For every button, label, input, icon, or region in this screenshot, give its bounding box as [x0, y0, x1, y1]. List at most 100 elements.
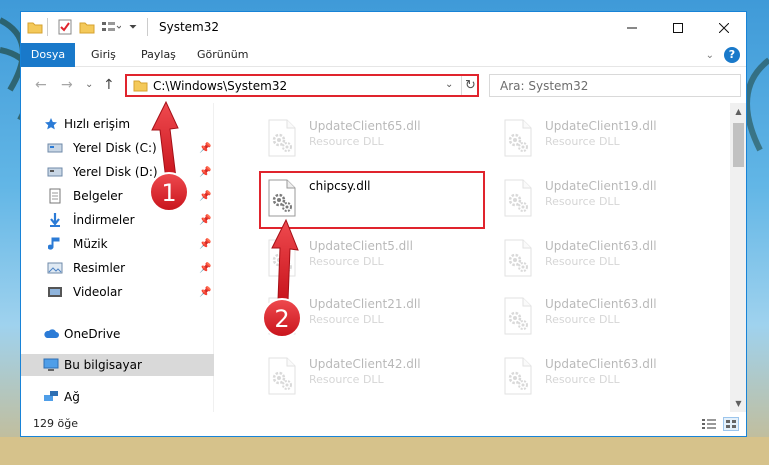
view-options-icon[interactable]	[101, 18, 121, 36]
sidebar-item-onedrive[interactable]: OneDrive	[21, 323, 214, 345]
sidebar-item-videos[interactable]: Videolar 📌	[21, 281, 214, 303]
minimize-icon	[627, 27, 637, 28]
pin-icon[interactable]: 📌	[199, 167, 211, 178]
download-icon	[47, 212, 63, 228]
file-type: Resource DLL	[545, 373, 620, 386]
up-arrow-icon[interactable]: ↑	[103, 77, 115, 93]
title-bar: ⏷ System32	[21, 12, 746, 43]
tab-home[interactable]: Giriş	[81, 43, 126, 67]
highlight-box	[259, 171, 485, 229]
tab-share[interactable]: Paylaş	[131, 43, 186, 67]
file-name: UpdateClient42.dll	[309, 357, 421, 371]
tab-view[interactable]: Görünüm	[187, 43, 258, 67]
file-type: Resource DLL	[309, 255, 384, 268]
refresh-icon[interactable]: ↻	[461, 76, 479, 95]
back-arrow-icon[interactable]: ←	[35, 77, 47, 93]
address-dropdown-icon[interactable]: ⌄	[445, 79, 453, 90]
pin-icon[interactable]: 📌	[199, 239, 211, 250]
file-item[interactable]: UpdateClient63.dll Resource DLL	[495, 353, 725, 399]
file-item[interactable]: UpdateClient63.dll Resource DLL	[495, 235, 725, 281]
scroll-down-icon[interactable]: ▼	[730, 395, 746, 412]
properties-icon[interactable]	[57, 18, 73, 36]
file-type: Resource DLL	[545, 135, 620, 148]
search-input[interactable]: Ara: System32	[489, 74, 741, 97]
documents-icon	[47, 188, 63, 204]
address-bar[interactable]: C:\Windows\System32 ⌄ ↻	[125, 74, 479, 97]
file-name: UpdateClient21.dll	[309, 297, 421, 311]
file-type: Resource DLL	[545, 255, 620, 268]
navigation-pane: Hızlı erişim Yerel Disk (C:) 📌 Yerel Dis…	[21, 103, 214, 412]
expand-ribbon-icon[interactable]: ⌄	[706, 50, 714, 61]
forward-arrow-icon[interactable]: →	[61, 77, 73, 93]
address-row: ← → ⌄ ↑ C:\Windows\System32 ⌄ ↻ Ara: Sys…	[21, 67, 746, 103]
cloud-icon	[43, 326, 59, 342]
file-item[interactable]: UpdateClient21.dll Resource DLL	[259, 293, 489, 339]
maximize-icon	[673, 22, 683, 33]
file-item[interactable]: UpdateClient19.dll Resource DLL	[495, 175, 725, 221]
dll-file-icon	[501, 179, 535, 217]
status-bar: 129 öğe	[21, 412, 746, 436]
help-icon[interactable]: ?	[724, 47, 740, 63]
dll-file-icon	[265, 297, 299, 335]
sidebar-item-documents[interactable]: Belgeler 📌	[21, 185, 214, 207]
file-type: Resource DLL	[545, 195, 620, 208]
file-item[interactable]: UpdateClient42.dll Resource DLL	[259, 353, 489, 399]
pin-icon[interactable]: 📌	[199, 191, 211, 202]
sidebar-item-local-disk-d[interactable]: Yerel Disk (D:) 📌	[21, 161, 214, 183]
customize-toolbar-icon[interactable]: ⏷	[129, 18, 137, 36]
vertical-scrollbar[interactable]: ▲ ▼	[730, 103, 746, 412]
sidebar-item-music[interactable]: Müzik 📌	[21, 233, 214, 255]
scroll-up-icon[interactable]: ▲	[730, 103, 746, 120]
ribbon: Dosya Giriş Paylaş Görünüm ⌄ ?	[21, 43, 746, 89]
drive-icon	[47, 140, 63, 156]
sidebar-item-this-pc[interactable]: Bu bilgisayar	[21, 354, 214, 376]
file-item[interactable]: UpdateClient63.dll Resource DLL	[495, 293, 725, 339]
folder-icon	[27, 18, 43, 36]
item-count: 129 öğe	[33, 417, 78, 430]
address-path: C:\Windows\System32	[153, 79, 288, 93]
sidebar-item-local-disk-c[interactable]: Yerel Disk (C:) 📌	[21, 137, 214, 159]
pin-icon[interactable]: 📌	[199, 215, 211, 226]
search-placeholder: Ara: System32	[500, 79, 589, 93]
file-item[interactable]: UpdateClient19.dll Resource DLL	[495, 115, 725, 161]
minimize-button[interactable]	[609, 12, 655, 43]
dll-file-icon	[265, 239, 299, 277]
recent-locations-icon[interactable]: ⌄	[85, 79, 93, 90]
window-title: System32	[159, 20, 220, 34]
drive-icon	[47, 164, 63, 180]
pin-icon[interactable]: 📌	[199, 287, 211, 298]
file-name: UpdateClient5.dll	[309, 239, 413, 253]
dll-file-icon	[501, 297, 535, 335]
network-icon	[43, 389, 59, 405]
pin-icon[interactable]: 📌	[199, 143, 211, 154]
file-item[interactable]: UpdateClient65.dll Resource DLL	[259, 115, 489, 161]
pin-icon[interactable]: 📌	[199, 263, 211, 274]
file-name: UpdateClient63.dll	[545, 357, 657, 371]
maximize-button[interactable]	[655, 12, 701, 43]
sidebar-item-downloads[interactable]: İndirmeler 📌	[21, 209, 214, 231]
dll-file-icon	[265, 357, 299, 395]
pictures-icon	[47, 260, 63, 276]
file-item[interactable]: UpdateClient5.dll Resource DLL	[259, 235, 489, 281]
file-type: Resource DLL	[309, 373, 384, 386]
computer-icon	[43, 357, 59, 373]
file-name: UpdateClient65.dll	[309, 119, 421, 133]
star-icon	[43, 116, 59, 132]
file-type: Resource DLL	[309, 135, 384, 148]
scrollbar-thumb[interactable]	[733, 123, 744, 167]
file-name: UpdateClient19.dll	[545, 179, 657, 193]
sidebar-item-pictures[interactable]: Resimler 📌	[21, 257, 214, 279]
dll-file-icon	[501, 239, 535, 277]
file-name: UpdateClient19.dll	[545, 119, 657, 133]
file-type: Resource DLL	[545, 313, 620, 326]
sidebar-item-network[interactable]: Ağ	[21, 386, 214, 408]
dll-file-icon	[501, 357, 535, 395]
close-button[interactable]	[701, 12, 746, 43]
new-folder-icon[interactable]	[79, 18, 95, 36]
file-type: Resource DLL	[309, 313, 384, 326]
large-icons-view-icon[interactable]	[723, 417, 739, 431]
details-view-icon[interactable]	[701, 417, 717, 431]
sidebar-item-quick-access[interactable]: Hızlı erişim	[21, 113, 214, 135]
dll-file-icon	[265, 119, 299, 157]
file-name: UpdateClient63.dll	[545, 297, 657, 311]
